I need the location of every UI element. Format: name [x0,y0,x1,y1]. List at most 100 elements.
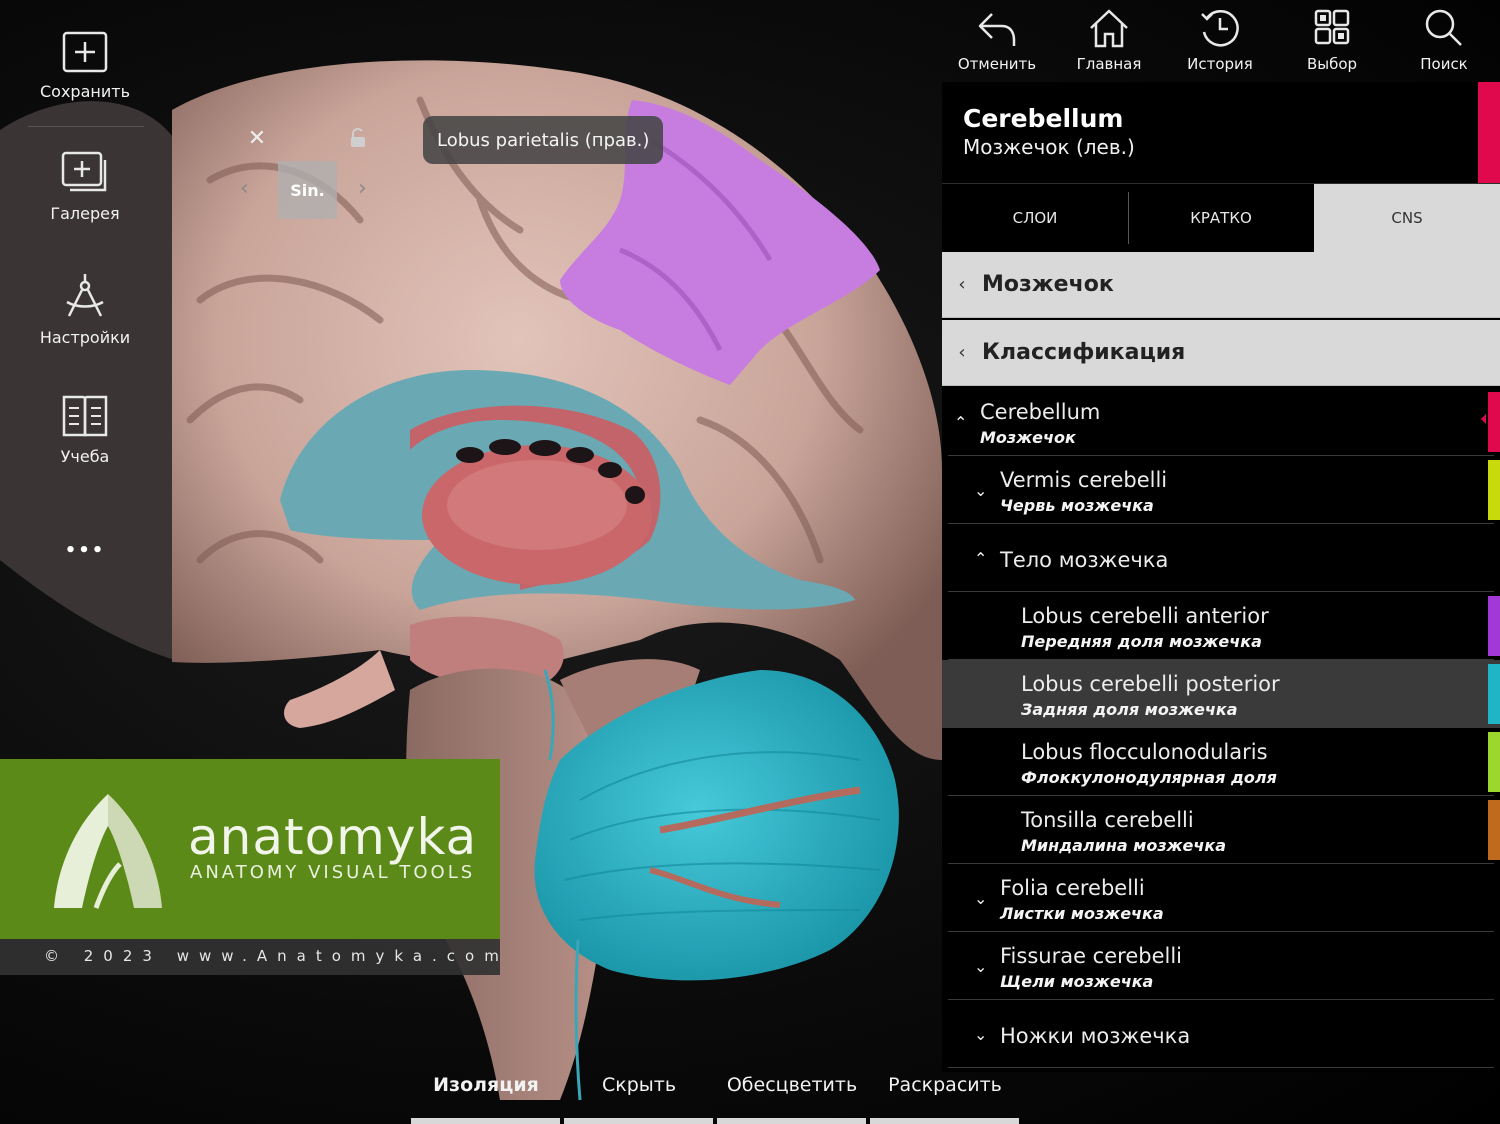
panel-subtitle: Мозжечок (лев.) [963,135,1135,159]
color-swatch [1488,460,1500,520]
tree-item-russian: Мозжечок [980,428,1076,447]
chevron-up-icon: ⌃ [974,548,988,568]
chevron-down-icon: ⌄ [974,956,988,976]
tree-item-latin: Lobus cerebelli posterior [1021,672,1280,696]
sidebar-divider [28,126,144,127]
tree-item-russian: Задняя доля мозжечка [1021,700,1238,719]
watermark-tagline: ANATOMY VISUAL TOOLS [190,862,476,883]
history-icon [1201,10,1239,47]
tree-item-russian: Ножки мозжечка [1000,1024,1191,1048]
isolate-button[interactable]: Изоляция [411,1074,561,1096]
tree-item-cerebellum[interactable]: ⌃ Cerebellum Мозжечок [942,388,1500,456]
structure-label-text: Lobus parietalis (прав.) [437,129,650,151]
save-label: Сохранить [40,82,130,101]
search-icon [1425,9,1462,46]
breadcrumb-classification[interactable]: ‹ Классификация [942,320,1500,386]
tree-item-latin: Fissurae cerebelli [1000,944,1182,968]
tree-item-tonsilla[interactable]: Tonsilla cerebelli Миндалина мозжечка [942,796,1500,864]
home-label: Главная [1076,55,1142,73]
book-icon [62,395,108,437]
tab-underline [870,1118,1019,1124]
tree-item-russian: Миндалина мозжечка [1021,836,1227,855]
tree-item-folia[interactable]: ⌄ Folia cerebelli Листки мозжечка [942,864,1500,932]
tree-item-russian: Листки мозжечка [1000,904,1164,923]
panel-header: Cerebellum Мозжечок (лев.) [942,82,1500,183]
tab-cns[interactable]: CNS [1314,184,1500,252]
undo-icon [978,13,1016,46]
lock-icon[interactable] [349,127,367,152]
next-arrow-icon[interactable]: › [358,176,367,201]
breadcrumb-label: Мозжечок [982,272,1114,297]
structure-label-pill[interactable]: Lobus parietalis (прав.) [423,116,664,164]
watermark-name: anatomyka [188,808,478,866]
close-label-button[interactable]: ✕ [244,126,270,151]
tree-item-pedunculi[interactable]: ⌄ Ножки мозжечка [942,1000,1500,1068]
compass-icon [66,274,104,317]
chevron-down-icon: ⌄ [974,480,988,500]
tree-item-lobus-posterior[interactable]: Lobus cerebelli posterior Задняя доля мо… [942,660,1500,728]
panel-accent-bar [1478,82,1500,183]
chevron-up-icon: ⌃ [954,412,968,432]
breadcrumb-label: Классификация [982,340,1186,365]
study-button[interactable]: Учеба [18,393,152,466]
tree-item-corpus[interactable]: ⌃ Тело мозжечка [942,524,1500,592]
colorize-button[interactable]: Раскрасить [870,1074,1020,1096]
color-swatch [1488,664,1500,724]
color-swatch [1488,800,1500,860]
history-button[interactable]: История [1168,8,1272,73]
search-label: Поиск [1420,55,1468,73]
settings-button[interactable]: Настройки [18,272,152,347]
color-swatch [1488,392,1500,452]
more-dots-icon: ••• [64,540,106,561]
tree-item-russian: Червь мозжечка [1000,496,1154,515]
chevron-down-icon: ⌄ [974,888,988,908]
tree-item-lobus-anterior[interactable]: Lobus cerebelli anterior Передняя доля м… [942,592,1500,660]
row-divider [948,1067,1494,1068]
tab-underline [411,1118,560,1124]
tab-brief[interactable]: КРАТКО [1128,184,1314,252]
undo-button[interactable]: Отменить [945,8,1049,73]
tree-item-latin: Lobus flocculonodularis [1021,740,1268,764]
tree-item-lobus-flocculonodularis[interactable]: Lobus flocculonodularis Флоккулонодулярн… [942,728,1500,796]
save-button[interactable]: Сохранить [18,30,152,101]
study-label: Учеба [60,447,110,466]
chevron-left-icon: ‹ [958,274,966,295]
selection-pointer-icon [1481,414,1486,424]
side-badge[interactable]: Sin. [278,161,337,219]
panel-title: Cerebellum [963,104,1124,133]
tab-layers[interactable]: СЛОИ [942,184,1128,252]
hide-button[interactable]: Скрыть [564,1074,714,1096]
chevron-left-icon: ‹ [958,342,966,363]
search-button[interactable]: Поиск [1392,8,1496,73]
color-swatch [1488,732,1500,792]
history-label: История [1187,55,1253,73]
more-button[interactable]: ••• [18,540,152,561]
gallery-button[interactable]: Галерея [18,150,152,223]
home-icon [1090,9,1128,48]
breadcrumb-cerebellum[interactable]: ‹ Мозжечок [942,252,1500,318]
previous-arrow-icon[interactable]: ‹ [240,176,249,201]
tree-item-fissurae[interactable]: ⌄ Fissurae cerebelli Щели мозжечка [942,932,1500,1000]
tab-underline [717,1118,866,1124]
decolor-button[interactable]: Обесцветить [717,1074,867,1096]
tree-item-russian: Щели мозжечка [1000,972,1154,991]
chevron-down-icon: ⌄ [974,1024,988,1044]
undo-label: Отменить [957,55,1037,73]
tree-item-latin: Lobus cerebelli anterior [1021,604,1269,628]
grid-icon [1314,9,1350,45]
tree-item-russian: Передняя доля мозжечка [1021,632,1262,651]
home-button[interactable]: Главная [1057,8,1161,73]
plus-square-icon [62,31,108,73]
tree-item-russian: Тело мозжечка [1000,548,1169,572]
anatomyka-logo [54,794,162,909]
panel-tabs: СЛОИ КРАТКО CNS [942,183,1500,252]
tree-item-vermis[interactable]: ⌄ Vermis cerebelli Червь мозжечка [942,456,1500,524]
tree-item-latin: Folia cerebelli [1000,876,1145,900]
tree-item-latin: Cerebellum [980,400,1101,424]
color-swatch [1488,596,1500,656]
tree-item-latin: Vermis cerebelli [1000,468,1168,492]
watermark-copyright: © 2023 www.Anatomyka.com [44,947,509,965]
select-button[interactable]: Выбор [1280,8,1384,73]
gallery-label: Галерея [50,204,120,223]
select-label: Выбор [1306,55,1358,73]
